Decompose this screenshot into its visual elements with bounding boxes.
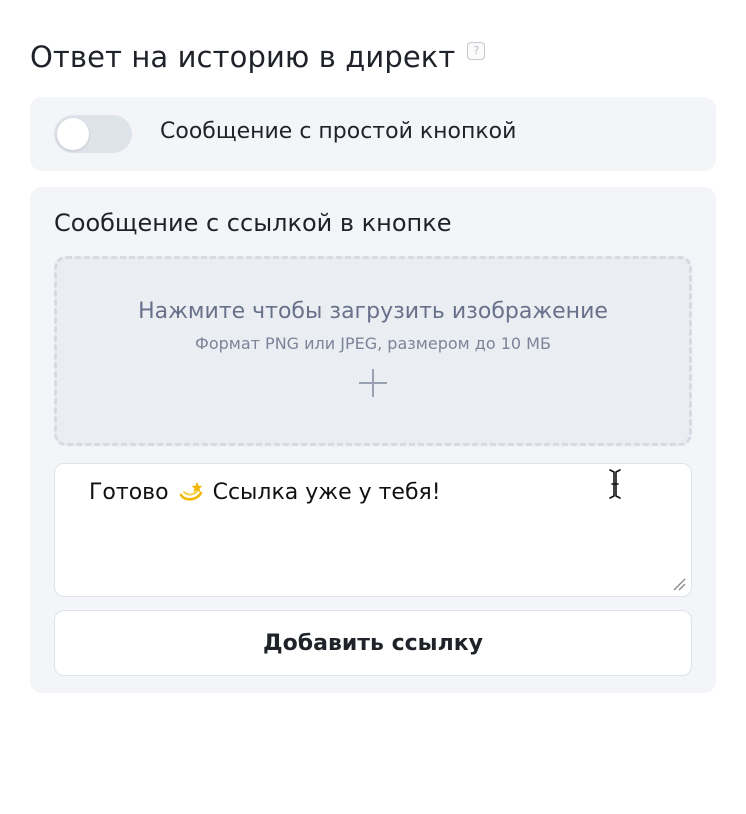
message-textarea[interactable]: Готово Ссылка уже у тебя! [54, 463, 692, 597]
section-title: Ответ на историю в директ [30, 40, 456, 74]
link-button-card: Сообщение с ссылкой в кнопке Нажмите что… [30, 187, 716, 693]
message-text: Готово Ссылка уже у тебя! [89, 480, 441, 505]
add-link-button[interactable]: Добавить ссылку [54, 610, 692, 676]
resize-grip-icon[interactable] [672, 577, 686, 591]
image-upload-dropzone[interactable]: Нажмите чтобы загрузить изображение Форм… [54, 256, 692, 446]
simple-button-label: Сообщение с простой кнопкой [160, 118, 517, 144]
page: Ответ на историю в директ ? Сообщение с … [0, 0, 746, 814]
plus-icon [359, 369, 387, 397]
simple-button-toggle[interactable] [54, 115, 132, 153]
section-header: Ответ на историю в директ ? [30, 36, 486, 78]
upload-hint: Формат PNG или JPEG, размером до 10 МБ [195, 334, 551, 353]
link-button-card-title: Сообщение с ссылкой в кнопке [54, 209, 452, 237]
help-icon[interactable]: ? [467, 42, 486, 60]
toggle-knob [57, 118, 89, 150]
upload-title: Нажмите чтобы загрузить изображение [138, 299, 608, 324]
simple-button-card: Сообщение с простой кнопкой [30, 97, 716, 171]
dizzy-star-emoji-icon [179, 482, 202, 501]
text-cursor-icon [609, 469, 621, 499]
message-text-end: Ссылка уже у тебя! [212, 480, 441, 505]
message-text-start: Готово [89, 480, 169, 505]
